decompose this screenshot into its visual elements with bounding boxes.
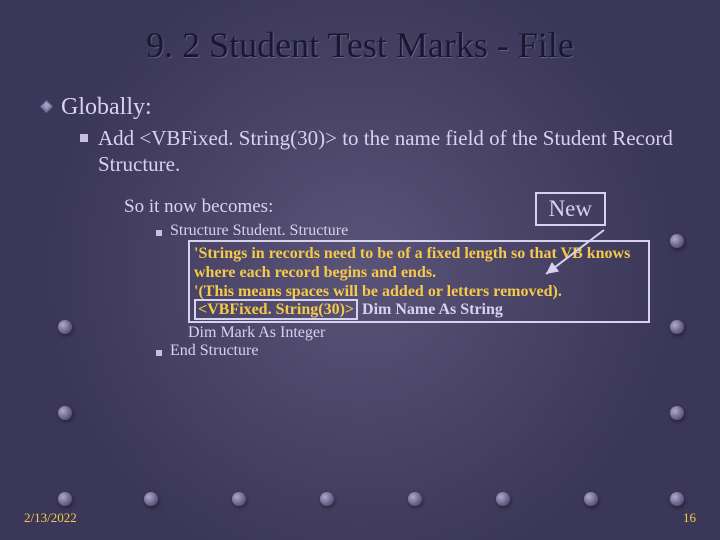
bullet-level-3: So it now becomes: New xyxy=(124,196,696,218)
square-bullet-small-icon xyxy=(156,350,162,356)
footer-date: 2/13/2022 xyxy=(24,510,77,526)
diamond-bullet-icon xyxy=(40,100,53,113)
so-it-becomes: So it now becomes: xyxy=(124,196,273,218)
square-bullet-small-icon xyxy=(156,230,162,236)
after-box: Dim Mark As Integer xyxy=(188,324,696,342)
add-line-code: <VBFixed. String(30)> xyxy=(139,126,337,150)
arrow-icon xyxy=(516,228,636,288)
bullet-level-2: Add <VBFixed. String(30)> to the name fi… xyxy=(80,125,696,178)
struct-close: End Structure xyxy=(170,342,258,360)
vbfixed-attr: <VBFixed. String(30)> xyxy=(194,299,358,320)
globally-label: Globally: xyxy=(61,94,152,121)
struct-open: Structure Student. Structure xyxy=(170,222,348,240)
footer-page-number: 16 xyxy=(683,510,696,526)
dim-name-line: <VBFixed. String(30)> Dim Name As String xyxy=(194,301,644,319)
new-callout-box: New xyxy=(535,192,606,226)
add-line: Add <VBFixed. String(30)> to the name fi… xyxy=(98,125,696,178)
dim-name-text: Dim Name As String xyxy=(358,301,503,318)
bullet-level-1: Globally: xyxy=(42,94,696,121)
add-line-prefix: Add xyxy=(98,126,139,150)
bullet-level-4-close: End Structure xyxy=(156,342,696,360)
square-bullet-icon xyxy=(80,134,88,142)
dim-mark-line: Dim Mark As Integer xyxy=(188,324,696,342)
slide-container: 9. 2 Student Test Marks - File Globally:… xyxy=(0,0,720,540)
slide-title: 9. 2 Student Test Marks - File xyxy=(24,24,696,66)
